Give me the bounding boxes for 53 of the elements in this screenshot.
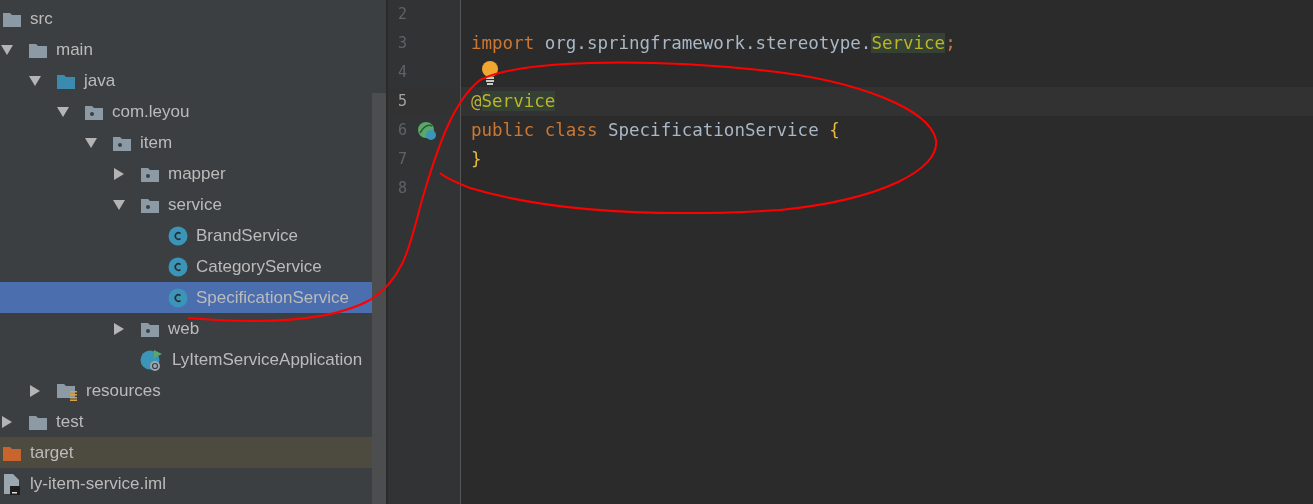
tree-item-label: main xyxy=(56,38,93,61)
file-icon xyxy=(2,472,22,495)
tree-item[interactable]: ly-item-service.iml xyxy=(0,468,372,499)
tree-item-label: resources xyxy=(86,379,161,402)
expanded-arrow-icon[interactable] xyxy=(28,73,42,88)
tree-item[interactable]: web xyxy=(0,313,372,344)
expanded-arrow-icon[interactable] xyxy=(0,42,14,57)
tree-item[interactable]: test xyxy=(0,406,372,437)
collapsed-arrow-icon[interactable] xyxy=(112,321,126,336)
collapsed-arrow-icon[interactable] xyxy=(112,166,126,181)
class-icon xyxy=(168,225,188,246)
tree-item-label: ly-item-service.iml xyxy=(30,472,166,495)
tree-item[interactable]: CategoryService xyxy=(0,251,372,282)
tree-item[interactable]: LyItemServiceApplication xyxy=(0,344,372,375)
tree-item-label: SpecificationService xyxy=(196,286,350,309)
expanded-arrow-icon[interactable] xyxy=(112,197,126,212)
class-icon xyxy=(168,287,188,308)
class-icon xyxy=(168,256,188,277)
code-line: public class SpecificationService { xyxy=(471,119,840,143)
tree-item-label: web xyxy=(168,317,200,340)
tree-item[interactable]: resources xyxy=(0,375,372,406)
scrollbar-thumb[interactable] xyxy=(372,93,386,504)
tree-item[interactable]: java xyxy=(0,65,372,96)
tree-item-label: BrandService xyxy=(196,224,299,247)
tree-item-label: item xyxy=(140,131,173,154)
tree-item-label: service xyxy=(168,193,222,216)
tree-item[interactable]: target xyxy=(0,437,372,468)
tree-item[interactable]: mapper xyxy=(0,158,372,189)
expanded-arrow-icon[interactable] xyxy=(84,135,98,150)
bean-gutter-icon[interactable] xyxy=(417,120,438,141)
tree-item-label: CategoryService xyxy=(196,255,322,278)
tree-item[interactable]: BrandService xyxy=(0,220,372,251)
tree-item-label: LyItemServiceApplication xyxy=(172,348,363,371)
tree-item[interactable]: main xyxy=(0,34,372,65)
tree-item-label: mapper xyxy=(168,162,226,185)
lightbulb-icon[interactable] xyxy=(481,59,499,86)
tree-item-label: target xyxy=(30,441,74,464)
line-number: 5 xyxy=(398,91,408,113)
expanded-arrow-icon[interactable] xyxy=(56,104,70,119)
tree-item[interactable]: src xyxy=(0,3,372,34)
spring-app-class-icon xyxy=(140,347,164,372)
code-line: @Service xyxy=(471,90,556,114)
code-line: import org.springframework.stereotype.Service; xyxy=(471,32,956,56)
tree-item[interactable]: com.leyou xyxy=(0,96,372,127)
code-line: } xyxy=(471,148,482,172)
tree-item-label: java xyxy=(84,69,116,92)
tree-item[interactable]: item xyxy=(0,127,372,158)
tree-item[interactable]: service xyxy=(0,189,372,220)
collapsed-arrow-icon[interactable] xyxy=(0,414,14,429)
tree-item-label: test xyxy=(56,410,84,433)
collapsed-arrow-icon[interactable] xyxy=(28,383,42,398)
tree-item-label: com.leyou xyxy=(112,100,190,123)
tree-item-label: src xyxy=(30,7,53,30)
